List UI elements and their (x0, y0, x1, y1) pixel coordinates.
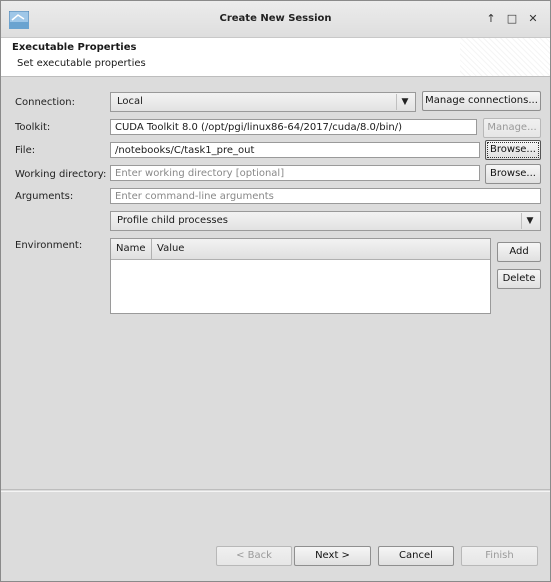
add-environment-button[interactable]: Add (497, 242, 541, 262)
connection-value: Local (117, 96, 143, 107)
chevron-down-icon: ▼ (521, 213, 538, 229)
file-label: File: (15, 145, 36, 156)
next-button[interactable]: Next > (294, 546, 371, 566)
profile-child-select[interactable]: Profile child processes ▼ (110, 211, 541, 231)
working-directory-field[interactable]: Enter working directory [optional] (110, 165, 480, 181)
environment-table[interactable]: Name Value (110, 238, 491, 314)
close-icon[interactable]: ✕ (526, 12, 540, 26)
environment-label: Environment: (15, 240, 83, 251)
cancel-button[interactable]: Cancel (378, 546, 454, 566)
delete-environment-button[interactable]: Delete (497, 269, 541, 289)
environment-table-header: Name Value (111, 239, 490, 260)
create-session-dialog: Create New Session ↑ □ ✕ Executable Prop… (0, 0, 551, 582)
window-title: Create New Session (219, 13, 332, 24)
column-header-value[interactable]: Value (152, 239, 490, 259)
toolkit-label: Toolkit: (15, 122, 51, 133)
manage-toolkit-button[interactable]: Manage... (483, 118, 541, 138)
banner-decoration (460, 38, 550, 76)
profile-child-value: Profile child processes (117, 215, 228, 226)
banner-subtitle: Set executable properties (17, 58, 146, 69)
maximize-up-icon[interactable]: ↑ (484, 12, 498, 26)
arguments-label: Arguments: (15, 191, 74, 202)
chevron-down-icon: ▼ (396, 94, 413, 110)
divider-highlight (1, 491, 550, 492)
file-field[interactable]: /notebooks/C/task1_pre_out (110, 142, 480, 158)
working-directory-label: Working directory: (15, 169, 107, 180)
back-button[interactable]: < Back (216, 546, 292, 566)
manage-connections-button[interactable]: Manage connections... (422, 91, 541, 111)
column-header-name[interactable]: Name (111, 239, 152, 259)
arguments-field[interactable]: Enter command-line arguments (110, 188, 541, 204)
divider (1, 489, 550, 490)
file-browse-button[interactable]: Browse... (485, 140, 541, 160)
header-banner: Executable Properties Set executable pro… (1, 38, 550, 77)
connection-label: Connection: (15, 97, 75, 108)
working-directory-browse-button[interactable]: Browse... (485, 164, 541, 184)
toolkit-field[interactable]: CUDA Toolkit 8.0 (/opt/pgi/linux86-64/20… (110, 119, 477, 135)
title-bar: Create New Session ↑ □ ✕ (1, 1, 550, 38)
banner-title: Executable Properties (12, 42, 137, 53)
connection-select[interactable]: Local ▼ (110, 92, 416, 112)
restore-icon[interactable]: □ (505, 12, 519, 26)
finish-button[interactable]: Finish (461, 546, 538, 566)
